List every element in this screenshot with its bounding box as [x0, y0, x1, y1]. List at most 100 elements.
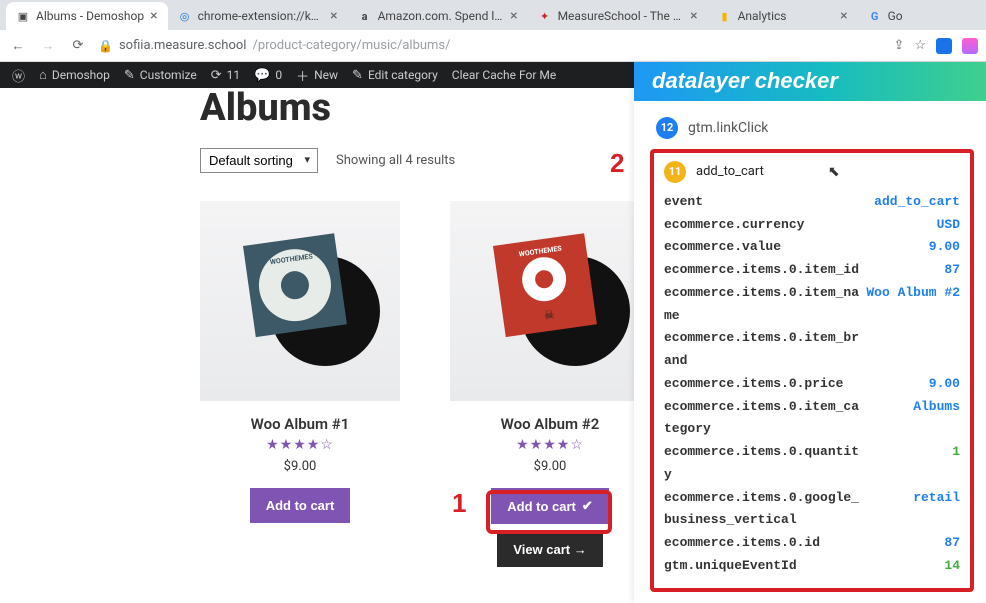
- extension-icon[interactable]: [936, 38, 952, 54]
- wp-updates-count: 11: [227, 68, 241, 82]
- dlc-kv-row: ecommerce.items.0.quantity1: [664, 441, 960, 487]
- sort-select[interactable]: Default sorting: [200, 148, 318, 173]
- wp-clear-cache[interactable]: Clear Cache For Me: [452, 68, 556, 82]
- product-name: Woo Album #1: [200, 415, 400, 433]
- dlc-value: 14: [944, 555, 960, 578]
- browser-tab[interactable]: ◎ chrome-extension://kejbdjn ×: [168, 2, 348, 30]
- dlc-key: event: [664, 191, 703, 214]
- mouse-cursor-icon: ⬉: [828, 164, 840, 180]
- dlc-kv-row: gtm.uniqueEventId14: [664, 555, 960, 578]
- address-bar[interactable]: 🔒 sofiia.measure.school/product-category…: [98, 38, 883, 53]
- product-image[interactable]: WOOTHEMES ☠: [450, 201, 650, 401]
- wp-new-label: New: [314, 68, 338, 82]
- dlc-kv-row: ecommerce.items.0.item_brand: [664, 327, 960, 373]
- dlc-event-row[interactable]: 10 gtm4wp.addProductToCartEEC: [656, 600, 974, 603]
- wp-site-name[interactable]: ⌂Demoshop: [39, 67, 110, 83]
- dlc-kv-list: eventadd_to_cartecommerce.currencyUSDeco…: [664, 191, 960, 578]
- dlc-body: 12 gtm.linkClick 11 add_to_cart ⬉ event a…: [634, 101, 986, 603]
- reload-button[interactable]: ⟳: [68, 36, 88, 56]
- dlc-kv-row: ecommerce.currency USD: [664, 214, 960, 237]
- add-to-cart-button[interactable]: Add to cart ✔: [491, 488, 609, 524]
- wp-clear-label: Clear Cache For Me: [452, 68, 556, 82]
- product-price: $9.00: [200, 459, 400, 474]
- browser-tab-active[interactable]: ▣ Albums - Demoshop ×: [6, 2, 168, 30]
- wp-customize-label: Customize: [140, 68, 197, 82]
- dlc-kv-row: ecommerce.items.0.item_nameWoo Album #2: [664, 282, 960, 328]
- url-path: /product-category/music/albums/: [252, 38, 450, 53]
- annotation-number-2: 2: [610, 148, 624, 179]
- favicon: ◎: [178, 9, 192, 23]
- dlc-value: 1: [952, 441, 960, 487]
- close-icon[interactable]: ×: [330, 8, 337, 24]
- tab-title: Amazon.com. Spend less. S: [378, 9, 505, 23]
- wp-updates[interactable]: ⟳11: [211, 68, 240, 83]
- dlc-key: ecommerce.items.0.item_category: [664, 396, 864, 442]
- tab-title: chrome-extension://kejbdjn: [198, 9, 325, 23]
- dlc-key: ecommerce.items.0.google_business_vertic…: [664, 487, 864, 533]
- browser-tab-strip: ▣ Albums - Demoshop × ◎ chrome-extension…: [0, 0, 986, 30]
- result-count: Showing all 4 results: [336, 153, 455, 168]
- dlc-value: retail: [913, 487, 960, 533]
- tab-title: Albums - Demoshop: [36, 9, 144, 23]
- wp-comments[interactable]: 💬0: [254, 68, 282, 83]
- lock-icon: 🔒: [98, 39, 113, 53]
- button-label: Add to cart: [507, 499, 576, 514]
- wp-edit-category[interactable]: ✎Edit category: [352, 68, 438, 83]
- extension-icon[interactable]: [962, 38, 978, 54]
- event-name: gtm.linkClick: [688, 120, 768, 136]
- dlc-value: USD: [937, 214, 960, 237]
- share-icon[interactable]: ⇪: [893, 38, 904, 53]
- view-cart-button[interactable]: View cart →: [497, 532, 602, 567]
- tab-title: Analytics: [738, 9, 835, 23]
- wp-new[interactable]: ＋New: [296, 66, 338, 85]
- browser-tab[interactable]: ✦ MeasureSchool - The Data- ×: [528, 2, 708, 30]
- product-rating: ★★★★☆: [450, 437, 650, 453]
- dlc-event-header[interactable]: 11 add_to_cart ⬉: [664, 161, 960, 183]
- event-badge: 12: [656, 117, 678, 139]
- browser-tab[interactable]: ▮ Analytics ×: [708, 2, 858, 30]
- dlc-key: ecommerce.items.0.item_brand: [664, 327, 864, 373]
- dlc-key: ecommerce.items.0.item_id: [664, 259, 859, 282]
- tab-title: MeasureSchool - The Data-: [558, 9, 685, 23]
- product-card: WOOTHEMES Woo Album #1 ★★★★☆ $9.00 Add t…: [200, 201, 400, 567]
- bookmark-icon[interactable]: ☆: [914, 38, 926, 53]
- close-icon[interactable]: ×: [510, 8, 517, 24]
- dlc-key: ecommerce.items.0.id: [664, 532, 820, 555]
- wp-edit-label: Edit category: [368, 68, 438, 82]
- dlc-kv-row: ecommerce.items.0.item_categoryAlbums: [664, 396, 960, 442]
- favicon: ▮: [718, 9, 732, 23]
- dlc-value: 9.00: [929, 373, 960, 396]
- browser-tab[interactable]: G Go: [858, 2, 913, 30]
- browser-toolbar: ← → ⟳ 🔒 sofiia.measure.school/product-ca…: [0, 30, 986, 62]
- dlc-value: Woo Album #2: [866, 282, 960, 328]
- favicon: G: [868, 9, 882, 23]
- dlc-key: ecommerce.items.0.price: [664, 373, 843, 396]
- url-host: sofiia.measure.school: [119, 38, 247, 53]
- event-badge: 11: [664, 161, 686, 183]
- wp-customize[interactable]: ✎Customize: [124, 68, 197, 83]
- dlc-kv-row: ecommerce.items.0.item_id87: [664, 259, 960, 282]
- event-name: add_to_cart: [696, 164, 764, 179]
- dlc-kv-row: event add_to_cart: [664, 191, 960, 214]
- wp-logo[interactable]: ⓦ: [12, 66, 25, 85]
- dlc-value: add_to_cart: [874, 191, 960, 214]
- browser-tab[interactable]: a Amazon.com. Spend less. S ×: [348, 2, 528, 30]
- forward-button: →: [38, 36, 58, 56]
- product-price: $9.00: [450, 459, 650, 474]
- close-icon[interactable]: ×: [150, 8, 157, 24]
- close-icon[interactable]: ×: [690, 8, 697, 24]
- dlc-value: 87: [944, 532, 960, 555]
- dlc-event-row[interactable]: 12 gtm.linkClick: [656, 111, 974, 145]
- add-to-cart-button[interactable]: Add to cart: [250, 488, 351, 523]
- dlc-kv-row: ecommerce.items.0.price 9.00: [664, 373, 960, 396]
- wp-site-label: Demoshop: [52, 68, 110, 82]
- close-icon[interactable]: ×: [840, 8, 847, 24]
- dlc-key: ecommerce.currency: [664, 214, 804, 237]
- svg-text:☠: ☠: [543, 307, 556, 322]
- dlc-kv-row: ecommerce.items.0.id 87: [664, 532, 960, 555]
- dlc-kv-row: ecommerce.value9.00: [664, 236, 960, 259]
- tab-title: Go: [888, 9, 903, 23]
- dlc-title: datalayer checker: [634, 62, 986, 101]
- product-image[interactable]: WOOTHEMES: [200, 201, 400, 401]
- back-button[interactable]: ←: [8, 36, 28, 56]
